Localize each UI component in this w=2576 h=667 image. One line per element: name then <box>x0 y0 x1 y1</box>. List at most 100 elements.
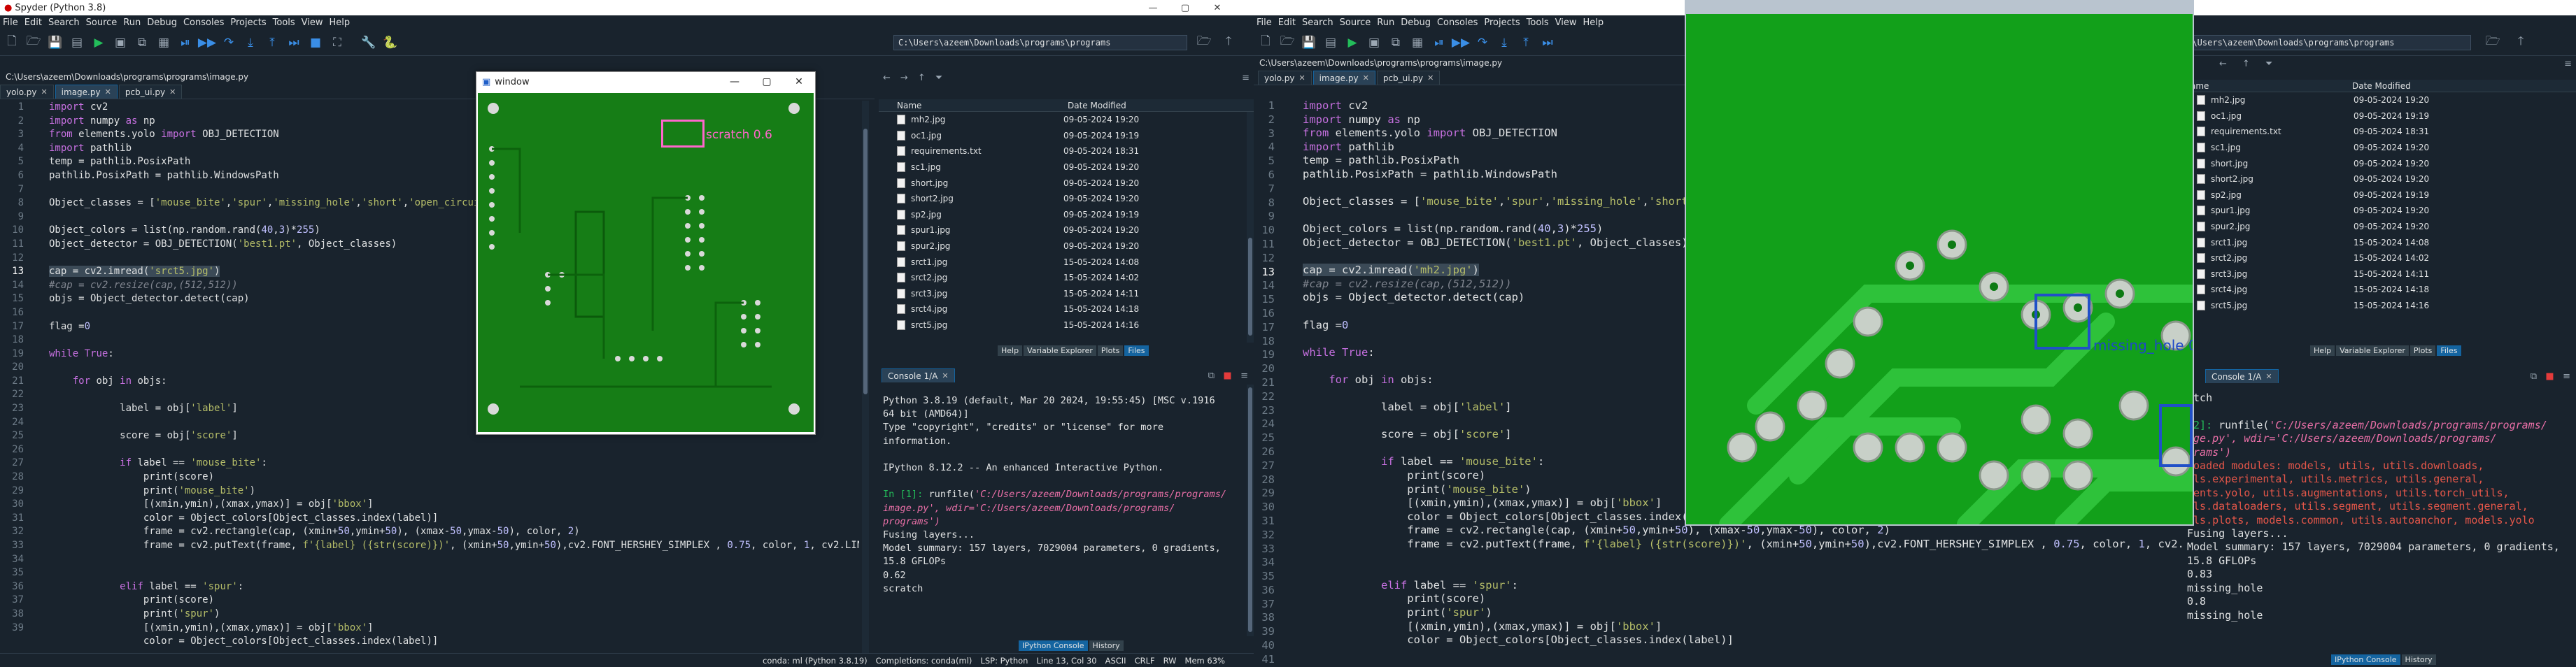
file-row[interactable]: srct1.jpg 15-05-2024 14:08 <box>897 254 1254 270</box>
menu-help[interactable]: Help <box>330 17 351 28</box>
menu-file[interactable]: File <box>1257 17 1272 28</box>
close-icon[interactable]: ✕ <box>1298 73 1305 83</box>
save-all-icon[interactable]: ▤ <box>69 35 85 50</box>
maximize-button[interactable]: ▢ <box>751 72 783 92</box>
close-icon[interactable]: ✕ <box>1363 73 1369 83</box>
minimize-button[interactable]: — <box>719 72 751 92</box>
close-icon[interactable]: ✕ <box>2265 372 2272 381</box>
file-row[interactable]: srct5.jpg 15-05-2024 14:16 <box>2197 298 2576 314</box>
python-path-icon[interactable]: 🐍 <box>383 35 398 50</box>
run-icon[interactable]: ▶ <box>91 35 106 50</box>
editor-tab[interactable]: yolo.py ✕ <box>0 85 54 99</box>
file-row[interactable]: srct2.jpg 15-05-2024 14:02 <box>2197 250 2576 266</box>
console-scrollbar[interactable] <box>1247 385 1254 636</box>
close-button[interactable]: ✕ <box>783 72 815 92</box>
console-output[interactable]: Python 3.8.19 (default, Mar 20 2024, 19:… <box>883 394 1240 632</box>
pane-tab[interactable]: IPython Console <box>2331 654 2400 665</box>
file-row[interactable]: mh2.jpg 09-05-2024 19:20 <box>897 112 1254 128</box>
column-name[interactable]: Name <box>2184 81 2352 91</box>
menu-edit[interactable]: Edit <box>24 17 42 28</box>
filter-icon[interactable]: ⏷ <box>2265 59 2272 69</box>
menu-run[interactable]: Run <box>1377 17 1394 28</box>
menu-run[interactable]: Run <box>123 17 141 28</box>
minimize-button[interactable]: — <box>1137 0 1169 15</box>
menu-debug[interactable]: Debug <box>147 17 177 28</box>
file-row[interactable]: sc1.jpg 09-05-2024 19:20 <box>2197 140 2576 156</box>
pane-tab[interactable]: Plots <box>2409 345 2436 356</box>
working-dir-combo[interactable]: C:\Users\azeem\Downloads\programs\progra… <box>893 35 1187 50</box>
debug-cell-icon[interactable]: ▶▶ <box>198 35 216 50</box>
pane-tab[interactable]: Variable Explorer <box>2336 345 2409 356</box>
file-row[interactable]: short.jpg 09-05-2024 19:20 <box>897 175 1254 191</box>
menu-help[interactable]: Help <box>1583 17 1604 28</box>
close-icon[interactable]: ✕ <box>1427 73 1434 83</box>
file-row[interactable]: srct4.jpg 15-05-2024 14:18 <box>2197 282 2576 298</box>
editor-scrollbar[interactable] <box>862 101 869 653</box>
file-row[interactable]: srct3.jpg 15-05-2024 14:11 <box>2197 266 2576 282</box>
editor-tab[interactable]: image.py ✕ <box>55 85 118 99</box>
options-icon[interactable]: ≡ <box>2563 371 2570 382</box>
save-all-icon[interactable]: ▤ <box>1323 35 1338 50</box>
close-icon[interactable]: ✕ <box>942 371 948 380</box>
console-tab[interactable]: Console 1/A ✕ <box>882 368 955 382</box>
file-row[interactable]: srct4.jpg 15-05-2024 14:18 <box>897 301 1254 317</box>
editor-tab[interactable]: image.py ✕ <box>1312 71 1375 85</box>
file-row[interactable]: srct1.jpg 15-05-2024 14:08 <box>2197 234 2576 250</box>
file-row[interactable]: spur2.jpg 09-05-2024 19:20 <box>2197 219 2576 235</box>
file-row[interactable]: srct5.jpg 15-05-2024 14:16 <box>897 317 1254 334</box>
files-options-icon[interactable]: ≡ <box>2564 59 2572 69</box>
pane-tab[interactable]: History <box>2401 654 2436 665</box>
file-row[interactable]: spur1.jpg 09-05-2024 19:20 <box>897 222 1254 238</box>
file-row[interactable]: sc1.jpg 09-05-2024 19:20 <box>897 159 1254 175</box>
parent-dir-icon[interactable]: 🡑 <box>1221 34 1236 50</box>
file-row[interactable]: spur2.jpg 09-05-2024 19:20 <box>897 238 1254 254</box>
new-file-icon[interactable]: 🗋 <box>4 34 20 50</box>
file-row[interactable]: sp2.jpg 09-05-2024 19:19 <box>2197 187 2576 203</box>
console-tab[interactable]: Console 1/A ✕ <box>2205 369 2279 383</box>
menu-debug[interactable]: Debug <box>1401 17 1431 28</box>
run-cell-icon[interactable]: ▣ <box>113 35 128 50</box>
menu-tools[interactable]: Tools <box>1527 17 1549 28</box>
menu-consoles[interactable]: Consoles <box>1437 17 1478 28</box>
step-return-icon[interactable]: ⤒ <box>1518 35 1534 50</box>
file-row[interactable]: srct3.jpg 15-05-2024 14:11 <box>897 286 1254 302</box>
open-file-icon[interactable]: 🗁 <box>1280 34 1295 50</box>
pane-tab[interactable]: IPython Console <box>1019 640 1088 651</box>
step-into-icon[interactable]: ⤓ <box>1496 35 1512 50</box>
back-icon[interactable]: ← <box>883 73 891 83</box>
debug-cell-icon[interactable]: ▶▶ <box>1452 35 1470 50</box>
menu-edit[interactable]: Edit <box>1278 17 1296 28</box>
menu-file[interactable]: File <box>3 17 18 28</box>
step-over-icon[interactable]: ↷ <box>1475 35 1490 50</box>
menu-source[interactable]: Source <box>86 17 118 28</box>
menu-search[interactable]: Search <box>1302 17 1333 28</box>
editor-tab[interactable]: pcb_ui.py ✕ <box>118 85 183 99</box>
step-over-icon[interactable]: ↷ <box>221 35 236 50</box>
file-row[interactable]: requirements.txt 09-05-2024 18:31 <box>897 143 1254 159</box>
debug-icon[interactable]: ⏯ <box>1431 35 1447 50</box>
browse-dir-icon[interactable]: 🗁 <box>2485 34 2500 50</box>
menu-view[interactable]: View <box>1555 17 1577 28</box>
debug-icon[interactable]: ⏯ <box>178 35 193 50</box>
options-icon[interactable]: ≡ <box>1240 371 1248 381</box>
file-row[interactable]: srct2.jpg 15-05-2024 14:02 <box>897 270 1254 286</box>
forward-icon[interactable]: → <box>900 73 908 83</box>
editor-tab[interactable]: yolo.py ✕ <box>1258 71 1312 85</box>
pane-tab[interactable]: Help <box>2310 345 2335 356</box>
run-icon[interactable]: ▶ <box>1345 35 1360 50</box>
pane-tab[interactable]: Variable Explorer <box>1024 345 1096 356</box>
pane-tab[interactable]: Plots <box>1097 345 1124 356</box>
run-cell-advance-icon[interactable]: ⧉ <box>1388 35 1403 50</box>
menu-source[interactable]: Source <box>1340 17 1371 28</box>
menu-view[interactable]: View <box>302 17 323 28</box>
file-row[interactable]: mh2.jpg 09-05-2024 19:20 <box>2197 92 2576 108</box>
filter-icon[interactable]: ⏷ <box>935 73 942 83</box>
copy-icon[interactable]: ⧉ <box>2531 371 2537 382</box>
up-icon[interactable]: ↑ <box>2242 59 2250 69</box>
pane-tab[interactable]: Files <box>2437 345 2461 356</box>
settings-icon[interactable]: 🔧 <box>361 35 376 50</box>
close-icon[interactable]: ✕ <box>169 87 176 96</box>
back-icon[interactable]: ← <box>2219 59 2227 69</box>
open-file-icon[interactable]: 🗁 <box>26 34 41 50</box>
save-icon[interactable]: 💾 <box>1301 35 1317 50</box>
